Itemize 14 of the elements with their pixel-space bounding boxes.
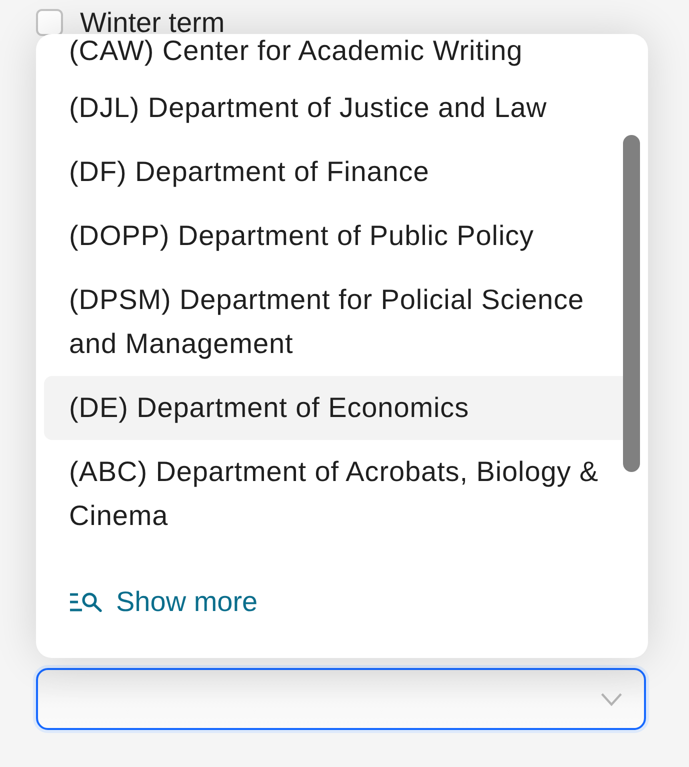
checkbox-label: Winter term (80, 9, 225, 36)
dropdown-option[interactable]: (DPSM) Department for Policial Science and Management (44, 268, 626, 376)
checkbox[interactable] (36, 9, 63, 36)
show-more-button[interactable]: Show more (70, 584, 258, 620)
dropdown-option[interactable]: (DJL) Department of Justice and Law (44, 76, 626, 140)
dropdown-option[interactable]: (DOPP) Department of Public Policy (44, 204, 626, 268)
dropdown-option[interactable]: (DE) Department of Economics (44, 376, 626, 440)
dropdown-option[interactable]: (DF) Department of Finance (44, 140, 626, 204)
dropdown-option[interactable]: (ABC) Department of Acrobats, Biology & Cinema (44, 440, 626, 548)
chevron-down-icon (601, 692, 622, 706)
select-field[interactable] (36, 668, 646, 730)
list-search-icon (70, 592, 103, 612)
scrollbar[interactable] (623, 135, 640, 472)
dropdown-option[interactable]: (CAW) Center for Academic Writing (44, 34, 626, 76)
